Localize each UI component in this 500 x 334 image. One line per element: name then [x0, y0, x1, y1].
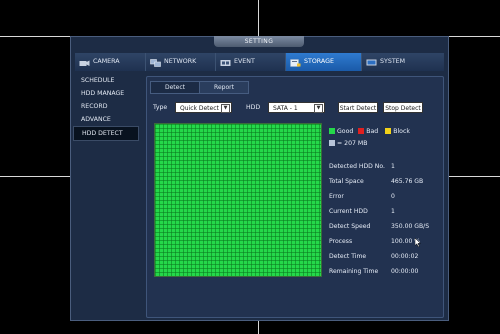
sidebar-item-hdd-detect[interactable]: HDD DETECT	[73, 126, 139, 141]
info-row: Remaining Time 00:00:00	[329, 264, 439, 279]
storage-icon	[290, 57, 301, 67]
system-icon	[366, 57, 377, 66]
info-key: Error	[329, 193, 344, 200]
info-row: Detect Time 00:00:02	[329, 249, 439, 264]
camera-icon	[79, 57, 90, 66]
info-value: 465.76 GB	[391, 178, 424, 185]
tab-report[interactable]: Report	[199, 81, 249, 94]
network-icon	[150, 57, 161, 67]
hdd-select[interactable]: SATA - 1 ▼	[268, 102, 325, 113]
detect-info: Detected HDD No. 1 Total Space 465.76 GB E…	[329, 159, 439, 279]
nav-tab-system[interactable]: SYSTEM	[362, 53, 444, 71]
info-key: Detected HDD No.	[329, 163, 385, 170]
event-icon	[220, 57, 231, 66]
detect-block-grid	[154, 123, 322, 277]
type-select-value: Quick Detect	[180, 105, 219, 112]
type-select[interactable]: Quick Detect ▼	[175, 102, 232, 113]
info-key: Detect Speed	[329, 223, 371, 230]
info-row: Process 100.00 %	[329, 234, 439, 249]
info-row: Detect Speed 350.00 GB/S	[329, 219, 439, 234]
hdd-detect-panel: Detect Report Type Quick Detect ▼ HDD SA…	[146, 76, 444, 318]
sidebar-item-record[interactable]: RECORD	[73, 100, 139, 113]
legend-good-label: Good	[337, 128, 354, 135]
tab-detect[interactable]: Detect	[150, 81, 200, 94]
type-label: Type	[153, 104, 168, 111]
info-value: 00:00:02	[391, 253, 419, 260]
setting-window: SETTING CAMERA NETWORK EVENT STORAGE SYS…	[70, 36, 449, 321]
sidebar-item-schedule[interactable]: SCHEDULE	[73, 74, 139, 87]
hdd-select-value: SATA - 1	[273, 105, 298, 112]
sidebar-item-hdd-manage[interactable]: HDD MANAGE	[73, 87, 139, 100]
stop-detect-button[interactable]: Stop Detect	[383, 102, 423, 113]
info-key: Detect Time	[329, 253, 367, 260]
nav-tab-label: EVENT	[234, 58, 255, 65]
nav-tab-camera[interactable]: CAMERA	[75, 53, 146, 71]
nav-tab-label: STORAGE	[304, 58, 334, 65]
info-row: Detected HDD No. 1	[329, 159, 439, 174]
legend-bad-label: Bad	[366, 128, 379, 135]
legend-block-size: = 207 MB	[337, 140, 368, 147]
info-key: Total Space	[329, 178, 364, 185]
info-value: 1	[391, 163, 395, 170]
info-value: 350.00 GB/S	[391, 223, 430, 230]
info-value: 0	[391, 193, 395, 200]
chevron-down-icon: ▼	[314, 104, 323, 113]
bad-swatch	[358, 128, 365, 134]
legend-block-label: Block	[393, 128, 410, 135]
info-key: Current HDD	[329, 208, 368, 215]
detect-legend: Good Bad Block = 207 MB	[329, 126, 439, 150]
nav-tab-event[interactable]: EVENT	[216, 53, 286, 71]
nav-tab-label: CAMERA	[93, 58, 120, 65]
main-nav: CAMERA NETWORK EVENT STORAGE SYSTEM	[75, 53, 444, 71]
info-row: Error 0	[329, 189, 439, 204]
sidebar-item-advance[interactable]: ADVANCE	[73, 113, 139, 126]
chevron-down-icon: ▼	[221, 104, 230, 113]
nav-tab-label: SYSTEM	[380, 58, 406, 65]
sidebar-menu: SCHEDULE HDD MANAGE RECORD ADVANCE HDD D…	[73, 74, 139, 141]
nav-tab-storage[interactable]: STORAGE	[286, 53, 362, 71]
info-row: Current HDD 1	[329, 204, 439, 219]
block-size-swatch	[329, 140, 335, 146]
nav-tab-network[interactable]: NETWORK	[146, 53, 216, 71]
info-key: Remaining Time	[329, 268, 379, 275]
window-title: SETTING	[214, 36, 304, 47]
hdd-label: HDD	[246, 104, 261, 111]
block-swatch	[385, 128, 392, 134]
info-value: 00:00:00	[391, 268, 419, 275]
info-key: Process	[329, 238, 353, 245]
info-row: Total Space 465.76 GB	[329, 174, 439, 189]
info-value: 1	[391, 208, 395, 215]
start-detect-button[interactable]: Start Detect	[338, 102, 378, 113]
good-swatch	[329, 128, 335, 134]
nav-tab-label: NETWORK	[164, 58, 197, 65]
